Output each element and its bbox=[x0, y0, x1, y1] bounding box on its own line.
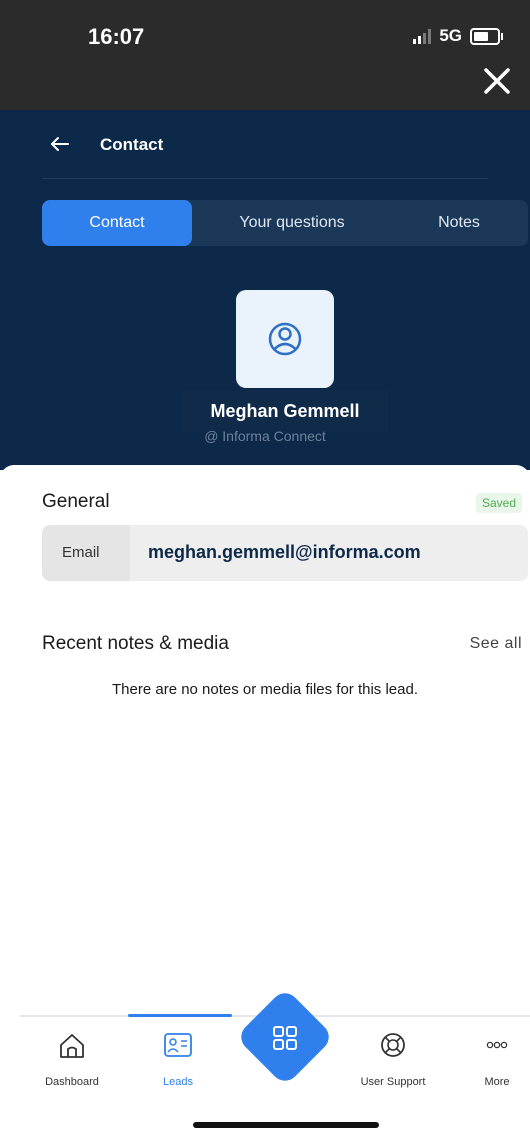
contact-name: Meghan Gemmell bbox=[182, 390, 388, 432]
nav-user-support[interactable]: User Support bbox=[343, 1015, 443, 1115]
lifebuoy-icon bbox=[381, 1033, 405, 1057]
nav-dashboard-label: Dashboard bbox=[45, 1076, 99, 1088]
back-button[interactable] bbox=[48, 132, 72, 156]
page-title: Contact bbox=[100, 135, 164, 154]
status-indicators: 5G bbox=[413, 26, 503, 46]
nav-user-support-label: User Support bbox=[360, 1076, 426, 1088]
nav-more[interactable]: More bbox=[447, 1015, 530, 1115]
nav-leads-label: Leads bbox=[163, 1076, 193, 1088]
general-section-title: General bbox=[42, 491, 110, 512]
empty-notes-message: There are no notes or media files for th… bbox=[112, 681, 418, 698]
header-divider bbox=[42, 178, 488, 179]
status-bar: 16:07 5G bbox=[0, 0, 530, 110]
battery-icon bbox=[470, 27, 503, 45]
home-indicator bbox=[193, 1122, 379, 1128]
nav-dashboard[interactable]: Dashboard bbox=[22, 1015, 122, 1115]
email-value[interactable]: meghan.gemmell@informa.com bbox=[148, 542, 421, 563]
home-icon bbox=[60, 1034, 84, 1058]
email-label: Email bbox=[62, 544, 100, 561]
close-button[interactable] bbox=[478, 62, 516, 100]
user-icon bbox=[268, 322, 302, 356]
contact-card-icon bbox=[164, 1033, 192, 1057]
back-arrow-icon bbox=[51, 137, 69, 151]
contact-company: @ Informa Connect bbox=[204, 428, 326, 444]
saved-badge: Saved bbox=[475, 493, 522, 513]
see-all-link[interactable]: See all bbox=[470, 635, 522, 653]
bottom-navigation: Dashboard Leads User Support More bbox=[0, 987, 530, 1128]
notes-section-title: Recent notes & media bbox=[42, 633, 229, 654]
contact-header: Contact Contact Your questions Notes Meg… bbox=[0, 110, 530, 470]
tab-bar: Contact Your questions Notes bbox=[42, 200, 528, 246]
tab-notes[interactable]: Notes bbox=[414, 200, 504, 246]
close-icon bbox=[484, 68, 510, 94]
nav-leads[interactable]: Leads bbox=[128, 1015, 228, 1115]
status-time: 16:07 bbox=[88, 24, 145, 49]
more-icon bbox=[486, 1041, 508, 1049]
tab-your-questions[interactable]: Your questions bbox=[192, 200, 392, 246]
signal-icon bbox=[413, 28, 432, 44]
network-type: 5G bbox=[439, 26, 462, 45]
qr-scan-icon bbox=[273, 1026, 297, 1050]
email-field[interactable]: Email meghan.gemmell@informa.com bbox=[42, 525, 528, 581]
avatar bbox=[236, 290, 334, 388]
nav-more-label: More bbox=[484, 1076, 510, 1088]
tab-contact[interactable]: Contact bbox=[42, 200, 192, 246]
